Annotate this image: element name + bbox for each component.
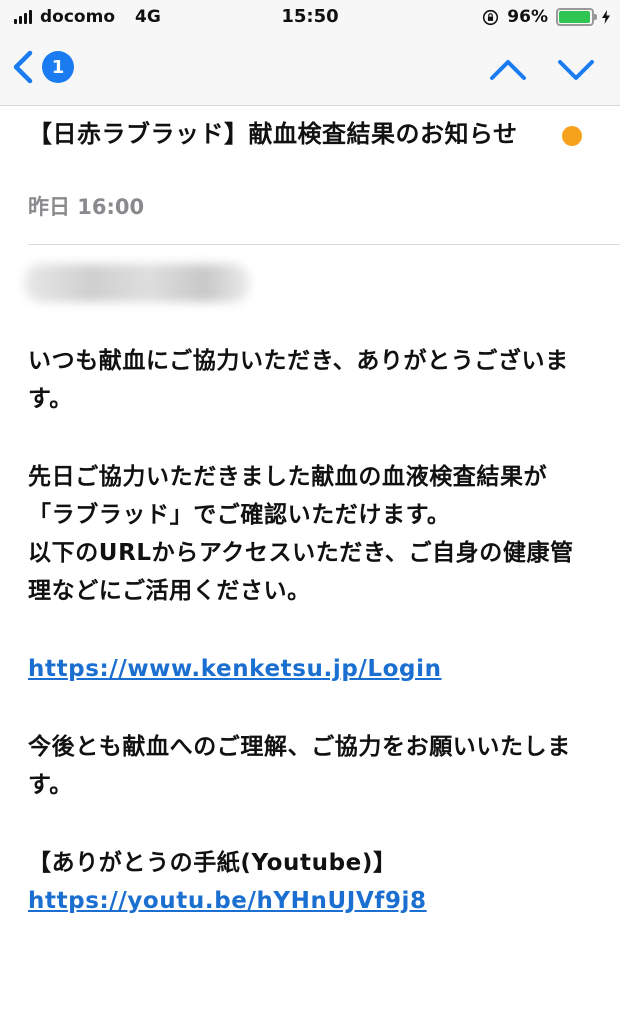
youtube-link[interactable]: https://youtu.be/hYHnUJVf9j8	[28, 888, 427, 914]
unread-indicator-dot[interactable]	[562, 126, 582, 146]
body-greeting: いつも献血にご協力いただき、ありがとうございます。	[28, 348, 569, 412]
body-line-1: 先日ご協力いただきました献血の血液検査結果が	[28, 464, 548, 490]
status-bar-right: 96%	[482, 7, 610, 27]
next-message-button[interactable]	[556, 52, 596, 88]
body-line-2: 「ラブラッド」でご確認いただけます。	[28, 502, 451, 528]
battery-icon	[556, 8, 597, 26]
orientation-lock-icon	[483, 9, 499, 25]
chevron-left-icon	[13, 50, 33, 84]
mail-nav-bar: 1	[0, 36, 620, 106]
status-bar: docomo 4G 15:50 96%	[0, 0, 620, 36]
header-divider	[28, 244, 620, 245]
recipient-name-redacted	[24, 264, 250, 302]
back-button[interactable]: 1	[10, 50, 74, 84]
email-date: 昨日 16:00	[28, 195, 145, 219]
unread-count-badge: 1	[42, 51, 74, 83]
body-line-3: 以下のURLからアクセスいただき、ご自身の健康管理などにご活用ください。	[28, 540, 574, 604]
letter-heading: 【ありがとうの手紙(Youtube)】	[28, 850, 397, 876]
body-closing: 今後とも献血へのご理解、ご協力をお願いいたします。	[28, 734, 571, 798]
charging-bolt-icon	[602, 10, 610, 24]
battery-percent-label: 96%	[507, 7, 548, 27]
email-subject: 【日赤ラブラッド】献血検査結果のお知らせ	[28, 120, 518, 148]
previous-message-button[interactable]	[488, 52, 528, 88]
email-body: いつも献血にご協力いただき、ありがとうございます。 先日ご協力いただきました献血…	[28, 342, 588, 920]
kenketsu-login-link[interactable]: https://www.kenketsu.jp/Login	[28, 656, 442, 682]
